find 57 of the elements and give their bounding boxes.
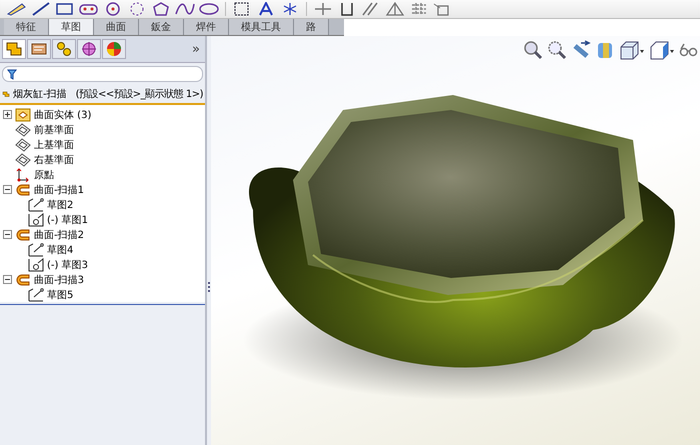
command-tab[interactable]: 模具工具 bbox=[229, 19, 294, 35]
plane-icon bbox=[15, 122, 31, 136]
ellipse-icon[interactable] bbox=[198, 2, 220, 16]
sketch-icon bbox=[28, 242, 44, 256]
appearance-icon[interactable] bbox=[102, 39, 126, 59]
sweep-icon bbox=[15, 272, 31, 286]
command-tab[interactable]: 路 bbox=[294, 19, 329, 35]
command-tab[interactable]: 草图 bbox=[49, 19, 94, 35]
command-tab[interactable]: 焊件 bbox=[184, 19, 229, 35]
display-style-icon[interactable] bbox=[649, 40, 675, 60]
pencil-icon[interactable] bbox=[6, 2, 28, 16]
filter-field[interactable] bbox=[2, 66, 203, 82]
profile-sketch-icon bbox=[28, 258, 44, 272]
sweep-icon bbox=[15, 228, 31, 242]
command-tab[interactable]: 曲面 bbox=[94, 19, 139, 35]
tree-item[interactable]: (-) 草图3 bbox=[47, 258, 88, 272]
slot-icon[interactable] bbox=[78, 2, 100, 16]
zoom-area-icon[interactable] bbox=[547, 40, 567, 60]
configuration-name: (預設<<預設>_顯示狀態 1>) bbox=[76, 88, 203, 101]
zoom-to-fit-icon[interactable] bbox=[523, 40, 543, 60]
tree-item[interactable]: 草图5 bbox=[47, 288, 74, 302]
plane-icon bbox=[15, 152, 31, 166]
tree-item[interactable]: 原點 bbox=[34, 168, 54, 182]
tree-item[interactable]: 曲面-扫描1 bbox=[34, 182, 84, 196]
sweep-icon bbox=[15, 182, 31, 196]
spline-icon[interactable] bbox=[174, 2, 196, 16]
filter-icon bbox=[7, 68, 17, 80]
tree-item[interactable]: 前基準面 bbox=[34, 122, 74, 136]
tree-item[interactable]: 上基準面 bbox=[34, 138, 74, 152]
crosshair-icon[interactable] bbox=[77, 39, 101, 59]
tree-item[interactable]: 曲面实体 (3) bbox=[34, 108, 92, 122]
view-orientation-icon[interactable] bbox=[619, 40, 645, 60]
feature-tree-icon[interactable] bbox=[2, 39, 26, 59]
tree-item[interactable]: 右基準面 bbox=[34, 152, 74, 166]
expand-toggle[interactable] bbox=[3, 110, 12, 119]
polygon-icon[interactable] bbox=[150, 2, 172, 16]
splitter-handle-icon[interactable] bbox=[207, 281, 211, 293]
tree-item[interactable]: (-) 草图1 bbox=[47, 212, 88, 226]
profile-sketch-icon bbox=[28, 212, 44, 226]
part-name[interactable]: 烟灰缸-扫描 bbox=[13, 87, 67, 101]
origin-icon bbox=[15, 168, 31, 182]
expand-toggle[interactable] bbox=[3, 275, 12, 284]
mirror-icon[interactable] bbox=[384, 2, 406, 16]
expand-toggle[interactable] bbox=[3, 185, 12, 194]
command-tab[interactable]: 特征 bbox=[4, 19, 49, 35]
expand-toggle[interactable] bbox=[3, 230, 12, 239]
folder-icon bbox=[15, 108, 31, 122]
tree-item[interactable]: 曲面-扫描3 bbox=[34, 272, 84, 286]
line-icon[interactable] bbox=[30, 2, 52, 16]
tree-item[interactable]: 曲面-扫描2 bbox=[34, 228, 84, 242]
plane-icon bbox=[15, 138, 31, 152]
command-tab[interactable]: 鈑金 bbox=[139, 19, 184, 35]
sketch-icon bbox=[28, 198, 44, 212]
rectangle-icon[interactable] bbox=[54, 2, 76, 16]
more-button[interactable]: » bbox=[192, 42, 203, 56]
tree-item[interactable]: 草图2 bbox=[47, 198, 74, 212]
tree-item[interactable]: 草图4 bbox=[47, 242, 74, 256]
